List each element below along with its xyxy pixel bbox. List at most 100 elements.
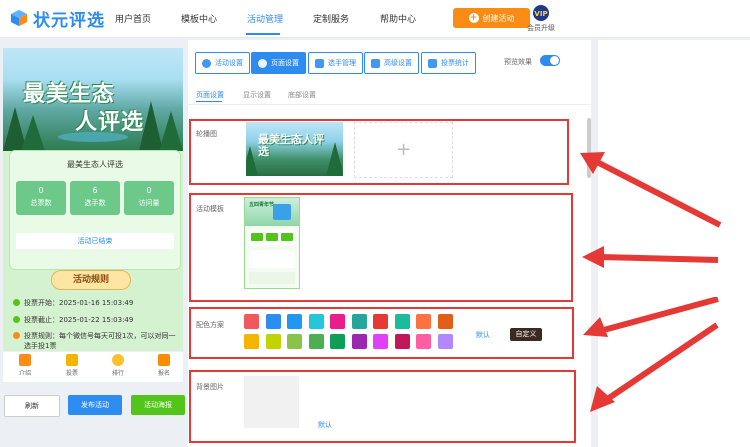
tab-vote[interactable]: 投票 — [57, 354, 87, 377]
color-swatch[interactable] — [287, 314, 302, 329]
rule-vote-policy: 投票规则：每个微信号每天可投1次，可以对同一选手投1票 — [13, 331, 179, 351]
tab-advanced-settings[interactable]: 高级设置 — [364, 52, 419, 74]
activity-ended-status: 活动已结束 — [16, 233, 174, 249]
tab-page-settings[interactable]: 页面设置 — [251, 52, 306, 74]
gear-icon — [258, 58, 267, 68]
sliders-icon — [371, 58, 380, 68]
color-swatch[interactable] — [244, 334, 259, 349]
stat-visits: 0 访问量 — [124, 181, 174, 215]
tree-decoration — [159, 111, 183, 151]
activity-name: 最美生态人评选 — [67, 160, 123, 169]
preview-toggle[interactable] — [540, 55, 560, 66]
rule-text: 投票开始：2025-01-16 15:03:49 — [24, 299, 134, 307]
carousel-image[interactable]: 最美生态人评选 — [246, 122, 343, 176]
tab-label: 投票 — [65, 370, 78, 377]
divider — [188, 104, 591, 105]
orange-dot-icon — [13, 332, 20, 339]
cube-logo-icon — [10, 9, 28, 27]
default-color-link[interactable]: 默认 — [476, 330, 490, 340]
color-swatch[interactable] — [373, 334, 388, 349]
stat-value: 6 — [92, 186, 98, 195]
stat-label: 选手数 — [84, 199, 106, 207]
stat-total-votes: 0 总票数 — [16, 181, 66, 215]
color-swatch[interactable] — [437, 334, 453, 349]
color-swatch[interactable] — [330, 314, 345, 329]
plus-icon: + — [395, 139, 412, 160]
carousel-image-title: 最美生态人评选 — [258, 133, 324, 158]
publish-activity-button[interactable]: 发布活动 — [68, 395, 122, 415]
color-swatch[interactable] — [308, 314, 324, 329]
create-activity-label: 创建活动 — [482, 13, 515, 23]
tab-signup[interactable]: 报名 — [149, 354, 179, 377]
color-swatch[interactable] — [351, 314, 367, 329]
carousel-label: 轮播图 — [196, 130, 217, 138]
tab-label: 投票统计 — [441, 59, 469, 67]
color-swatch[interactable] — [394, 334, 410, 349]
top-navbar — [0, 0, 750, 38]
preview-effect-label: 预览效果 — [504, 58, 532, 66]
subtab-footer-settings[interactable]: 底部设置 — [288, 90, 316, 100]
tab-intro[interactable]: 介绍 — [10, 354, 40, 377]
color-swatch[interactable] — [265, 334, 281, 349]
tab-label: 活动设置 — [215, 59, 243, 67]
green-dot-icon — [13, 316, 20, 323]
tab-label: 选手管理 — [328, 59, 356, 67]
vip-badge-text: VIP — [534, 10, 547, 18]
add-carousel-image-button[interactable]: + — [354, 122, 453, 178]
bar-chart-icon — [428, 58, 437, 68]
color-swatch[interactable] — [265, 314, 281, 329]
subtab-display-settings[interactable]: 显示设置 — [243, 90, 271, 100]
color-swatch[interactable] — [351, 334, 367, 349]
brand-name: 状元评选 — [33, 10, 105, 31]
hero-title-line2: 人评选 — [75, 110, 145, 135]
template-thumb-tabbar — [249, 272, 295, 284]
nav-item-template-center[interactable]: 模板中心 — [181, 12, 217, 25]
color-swatch[interactable] — [244, 314, 259, 329]
hero-banner: 最美生态 人评选 — [3, 48, 183, 151]
red-annotation-arrow — [590, 322, 719, 412]
red-annotation-arrow — [580, 152, 722, 228]
tab-activity-settings[interactable]: 活动设置 — [195, 52, 250, 74]
nav-item-help-center[interactable]: 帮助中心 — [380, 12, 416, 25]
background-image-placeholder[interactable] — [244, 376, 299, 428]
color-scheme-label: 配色方案 — [196, 321, 224, 329]
toggle-knob — [550, 56, 559, 65]
nav-item-activity-management[interactable]: 活动管理 — [247, 12, 283, 25]
vip-badge-icon[interactable]: VIP — [529, 4, 553, 22]
color-swatch[interactable] — [437, 314, 453, 329]
color-swatch[interactable] — [308, 334, 324, 349]
color-swatch[interactable] — [416, 314, 431, 329]
intro-icon — [19, 354, 31, 366]
nav-item-custom-service[interactable]: 定制服务 — [313, 12, 349, 25]
rule-vote-start: 投票开始：2025-01-16 15:03:49 — [13, 298, 133, 308]
activity-poster-button[interactable]: 活动海报 — [131, 395, 185, 415]
activity-info-card: 最美生态人评选 0 总票数 6 选手数 0 访问量 活动已结束 — [9, 150, 181, 270]
users-icon — [315, 58, 324, 68]
color-swatch[interactable] — [416, 334, 431, 349]
tab-label: 页面设置 — [271, 59, 299, 67]
stat-label: 访问量 — [138, 199, 160, 207]
subtab-page-settings[interactable]: 页面设置 — [196, 90, 224, 100]
tab-label: 介绍 — [18, 370, 31, 377]
rule-text: 投票规则：每个微信号每天可投1次，可以对同一选手投1票 — [24, 332, 176, 350]
custom-color-button[interactable]: 自定义 — [510, 328, 542, 341]
refresh-button[interactable]: 刷新 — [4, 395, 60, 417]
rules-title: 活动规则 — [51, 270, 131, 290]
background-default-link[interactable]: 默认 — [318, 420, 332, 430]
tab-contestant-management[interactable]: 选手管理 — [308, 52, 363, 74]
template-thumb-rules — [249, 250, 295, 268]
tab-ranking[interactable]: 排行 — [103, 354, 133, 377]
nav-item-user-home[interactable]: 用户首页 — [115, 12, 151, 25]
tab-vote-statistics[interactable]: 投票统计 — [421, 52, 476, 74]
signup-icon — [158, 354, 170, 366]
color-swatch[interactable] — [394, 314, 410, 329]
create-activity-button[interactable]: + 创建活动 — [453, 8, 530, 28]
color-swatch[interactable] — [330, 334, 345, 349]
vip-upgrade-label[interactable]: 会员升级 — [527, 23, 555, 33]
background-image-label: 背景图片 — [196, 383, 224, 391]
color-swatch[interactable] — [287, 334, 302, 349]
template-thumbnail[interactable]: 五四青年节 — [244, 197, 300, 289]
brand-logo[interactable]: 状元评选 — [10, 7, 105, 31]
tree-decoration — [246, 146, 258, 176]
color-swatch[interactable] — [373, 314, 388, 329]
